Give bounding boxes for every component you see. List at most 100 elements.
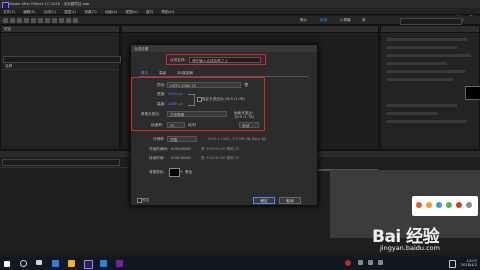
resolution-select[interactable]: 完整 (167, 136, 197, 142)
timeline-divider (0, 167, 130, 168)
workspace-small-screen[interactable]: 小屏幕 (340, 18, 351, 22)
workspace-standard[interactable]: 标准 (320, 18, 327, 22)
effects-presets-panel (380, 25, 480, 150)
preset-value: HDTV 1080 25 (170, 83, 197, 88)
composition-settings-dialog: 合成设置 合成名称: 请在输入合成名称之上 基本 高级 3D渲染器 预设: HD… (130, 44, 318, 206)
menu-effect[interactable]: 效果(T) (84, 10, 96, 14)
height-value[interactable]: 1080 px (168, 102, 183, 106)
home-tool-icon[interactable] (3, 17, 8, 23)
preset-select[interactable]: HDTV 1080 25 (167, 82, 241, 88)
app-icon[interactable] (426, 202, 432, 208)
type-tool-icon[interactable] (66, 17, 71, 23)
menu-help[interactable]: 帮助(H) (161, 10, 174, 14)
system-clock[interactable]: 13:07 2018/4/2 (461, 259, 477, 268)
app-icon[interactable] (446, 202, 452, 208)
zoom-tool-icon[interactable] (24, 17, 29, 23)
drop-frame-select[interactable]: 丢帧 (239, 122, 259, 128)
duration-value[interactable]: 0:00:30:00 (171, 156, 191, 160)
camera-tool-icon[interactable] (38, 17, 43, 23)
search-help-input[interactable] (400, 17, 462, 25)
brush-tool-icon[interactable] (73, 17, 78, 23)
viewer-header (122, 26, 378, 33)
selection-tool-icon[interactable] (10, 17, 15, 23)
task-view-icon[interactable] (36, 260, 42, 265)
menu-view[interactable]: 视图(V) (125, 10, 137, 14)
props-row (387, 46, 457, 49)
start-icon[interactable] (4, 260, 10, 267)
resolution-label: 分辨率: (153, 137, 165, 141)
after-effects-taskbar-icon[interactable] (84, 260, 93, 269)
background-color-label: 背景颜色: (149, 170, 165, 174)
eyedropper-icon[interactable]: ✎ (180, 170, 183, 174)
link-bracket (188, 94, 195, 106)
delete-preset-icon[interactable]: 🗑 (244, 83, 249, 87)
record-tray-icon[interactable] (345, 260, 351, 266)
app-icon[interactable] (416, 202, 422, 208)
timeline-search-input[interactable] (2, 159, 120, 166)
frame-rate-select[interactable]: 25 (167, 122, 185, 128)
volume-icon[interactable] (449, 260, 456, 268)
search-icon[interactable] (20, 260, 27, 267)
resolution-value: 完整 (170, 137, 178, 142)
workspace-default[interactable]: 默认 (300, 18, 307, 22)
frame-rate-unit: 帧/秒 (188, 123, 197, 127)
props-row (387, 120, 467, 123)
lock-ratio-label: 锁定长宽比为 16:9 (1.78) (202, 97, 245, 101)
toolbar: 默认 标准 小屏幕 库 ⌕ (0, 16, 480, 25)
menu-file[interactable]: 文件(F) (3, 10, 15, 14)
start-timecode-note: 是 0:00:00:00 基础 25 (201, 147, 240, 151)
project-panel-header: 项目 (1, 26, 119, 33)
menu-bar: 文件(F) 编辑(E) 合成(C) 图层(L) 效果(T) 动画(A) 视图(V… (0, 8, 480, 15)
background-color-name: 黑色 (185, 170, 193, 174)
start-timecode-value[interactable]: 0:00:00:00 (171, 147, 191, 151)
frame-rate-label: 帧速率: (151, 123, 163, 127)
app-icon[interactable] (466, 202, 472, 208)
comp-name-input[interactable]: 请在输入合成名称之上 (189, 57, 261, 63)
hand-tool-icon[interactable] (17, 17, 22, 23)
menu-edit[interactable]: 编辑(E) (23, 10, 35, 14)
width-label: 宽度: (157, 92, 166, 96)
workspace-library[interactable]: 库 (362, 18, 366, 22)
tray-icon[interactable] (358, 260, 363, 265)
app-taskbar-icon[interactable] (116, 260, 123, 267)
pixel-aspect-label: 像素长宽比: (141, 112, 161, 116)
pen-tool-icon[interactable] (59, 17, 64, 23)
menu-window[interactable]: 窗口 (146, 10, 153, 14)
tray-icon[interactable] (378, 260, 383, 265)
props-row (387, 78, 453, 81)
clock-date: 2018/4/2 (460, 263, 477, 267)
rotate-tool-icon[interactable] (31, 17, 36, 23)
mask-tool-icon[interactable] (52, 17, 57, 23)
props-row (387, 38, 467, 41)
props-row (387, 104, 457, 107)
browser-icon[interactable] (52, 260, 59, 267)
preset-label: 预设: (157, 83, 166, 87)
windows-taskbar: 13:07 2018/4/2 (0, 257, 480, 270)
watermark-url: jingyan.baidu.com (380, 244, 440, 252)
dialog-titlebar: 合成设置 (131, 45, 317, 52)
resolution-info: 1920 x 1080, 7.9 MB (每 8bpc 帧) (207, 137, 267, 141)
menu-layer[interactable]: 图层(L) (64, 10, 76, 14)
width-value[interactable]: 1920 px (168, 92, 183, 96)
menu-composition[interactable]: 合成(C) (44, 10, 57, 14)
menu-animation[interactable]: 动画(A) (105, 10, 117, 14)
comp-name-value: 请在输入合成名称之上 (192, 58, 228, 63)
project-panel-tab[interactable]: 项目 (4, 27, 11, 31)
ok-button[interactable]: 确定 (253, 197, 275, 204)
tray-icon[interactable] (368, 260, 373, 265)
search-icon[interactable]: ⌕ (462, 18, 464, 22)
cancel-button[interactable]: 取消 (279, 197, 301, 204)
title-bar: Adobe After Effects CC 2018 - 无标题项目.aep … (0, 0, 480, 18)
pan-tool-icon[interactable] (45, 17, 50, 23)
app-icon[interactable] (456, 202, 462, 208)
dialog-title: 合成设置 (134, 46, 149, 51)
drop-frame-value: 丢帧 (242, 123, 250, 128)
app-icon[interactable] (436, 202, 442, 208)
pixel-aspect-select[interactable]: 方形像素 (167, 111, 227, 117)
file-explorer-icon[interactable] (68, 260, 75, 267)
project-search-input[interactable] (3, 56, 121, 63)
app-taskbar-icon[interactable] (100, 260, 107, 267)
pixel-aspect-value: 方形像素 (170, 112, 185, 117)
duration-label: 持续时间: (149, 156, 165, 160)
background-color-swatch[interactable] (169, 168, 180, 177)
